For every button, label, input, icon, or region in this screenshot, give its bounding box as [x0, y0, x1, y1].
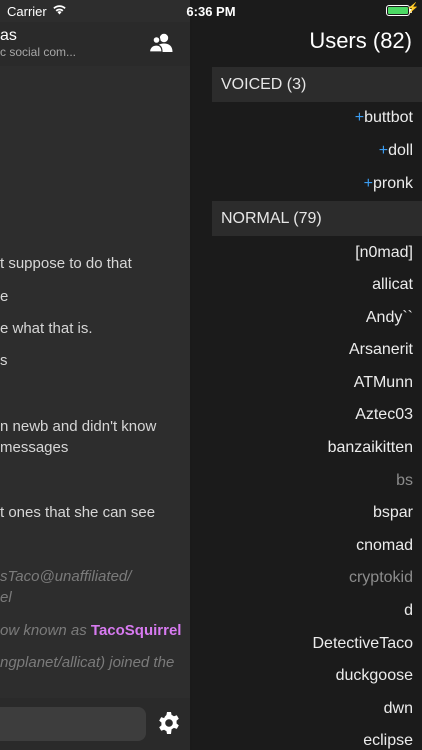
user-row[interactable]: DetectiveTaco — [213, 628, 414, 660]
user-row[interactable]: Andy`` — [213, 302, 413, 334]
message-line: messages — [0, 439, 69, 456]
message-line: t suppose to do that — [0, 255, 132, 272]
channel-name: as — [0, 27, 17, 44]
user-row-away[interactable]: bs — [213, 465, 413, 497]
chat-pane: as c social com... t suppose to do that … — [0, 0, 191, 750]
system-message-line: ngplanet/allicat) joined the — [0, 654, 175, 671]
message-line: t ones that she can see — [0, 504, 156, 521]
channel-topic: c social com... — [0, 45, 77, 59]
user-row[interactable]: dwn — [213, 693, 413, 725]
system-message-line: sTaco@unaffiliated/ — [0, 568, 132, 585]
charging-icon: ⚡ — [406, 3, 419, 14]
message-line: e — [0, 288, 9, 305]
user-row[interactable]: [n0mad] — [213, 237, 413, 269]
voice-prefix: + — [354, 109, 365, 126]
user-row[interactable]: bspar — [213, 497, 413, 529]
user-row-doll[interactable]: +doll — [213, 135, 413, 167]
status-time: 6:36 PM — [186, 4, 236, 19]
voiced-section-header: VOICED (3) — [212, 67, 422, 102]
chat-header[interactable]: as c social com... — [0, 22, 190, 66]
user-row[interactable]: duckgoose — [213, 660, 413, 692]
voice-prefix: + — [363, 175, 373, 192]
user-row[interactable]: d — [213, 595, 413, 627]
user-row-away[interactable]: cryptokid — [213, 562, 413, 594]
users-title: Users (82) — [309, 28, 412, 53]
user-row-pronk[interactable]: +pronk — [213, 168, 413, 200]
user-row[interactable]: allicat — [213, 269, 413, 301]
user-row[interactable]: ATMunn — [213, 367, 413, 399]
user-row[interactable]: cnomad — [213, 530, 413, 562]
user-row[interactable]: eclipse — [213, 725, 413, 750]
voice-prefix: + — [378, 142, 389, 159]
message-line: n newb and didn't know — [0, 418, 157, 435]
users-icon[interactable] — [149, 32, 173, 54]
message-input[interactable] — [0, 707, 146, 741]
status-bar: Carrier 6:36 PM ⚡ — [0, 0, 422, 22]
user-row[interactable]: Arsanerit — [213, 334, 413, 366]
user-name: doll — [388, 142, 413, 159]
normal-section-header: NORMAL (79) — [212, 201, 422, 236]
nick-change-text: ow known as — [0, 622, 91, 639]
system-message-line: el — [0, 589, 12, 606]
new-nick[interactable]: TacoSquirrel — [91, 622, 182, 639]
user-row-buttbot[interactable]: +buttbot — [213, 102, 413, 134]
message-list: t suppose to do that e e what that is. s… — [0, 66, 190, 706]
gear-icon[interactable] — [157, 711, 181, 735]
user-row[interactable]: Aztec03 — [213, 399, 413, 431]
users-pane: Users (82) VOICED (3) +buttbot +doll +pr… — [192, 0, 422, 750]
user-name: buttbot — [364, 109, 413, 126]
user-row[interactable]: banzaikitten — [213, 432, 413, 464]
message-line: e what that is. — [0, 320, 93, 337]
input-bar — [0, 698, 190, 750]
nick-change-message: ow known as TacoSquirrel — [0, 620, 190, 641]
user-name: pronk — [372, 175, 413, 192]
message-line: s — [0, 352, 8, 369]
